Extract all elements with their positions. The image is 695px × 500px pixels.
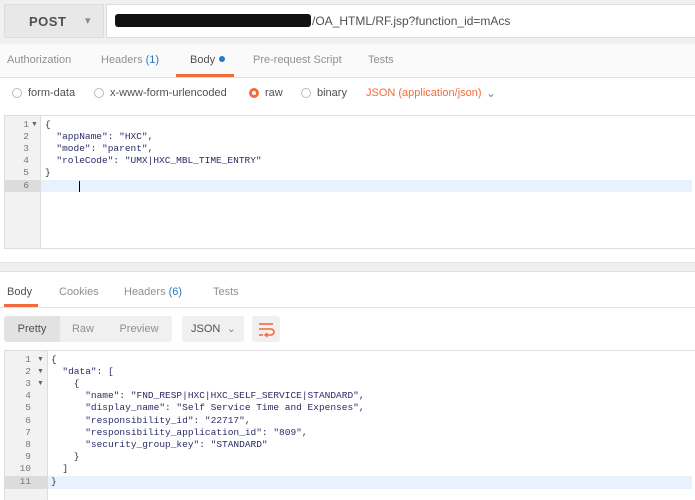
pane-divider[interactable] (0, 262, 695, 272)
request-tabs: Authorization Headers (1) Body Pre-reque… (0, 44, 695, 78)
tab-response-headers[interactable]: Headers (6) (124, 276, 182, 309)
tab-body[interactable]: Body (190, 44, 226, 77)
content-type-select[interactable]: JSON (application/json) (366, 87, 482, 99)
request-body-editor[interactable]: 1 ▼ { 2 "appName": "HXC", 3 "mode": "par… (4, 115, 695, 249)
radio-form-data[interactable]: form-data (12, 87, 75, 99)
tab-label: Pre-request Script (253, 54, 342, 66)
radio-circle-icon (12, 88, 22, 98)
line-number: 5 (25, 402, 31, 413)
tab-label: Body (7, 286, 33, 298)
active-tab-indicator (176, 74, 234, 77)
tab-label: Headers (101, 54, 143, 66)
radio-binary[interactable]: binary (301, 87, 347, 99)
code-line: "name": "FND_RESP|HXC|HXC_SELF_SERVICE|S… (51, 390, 365, 401)
tab-cookies[interactable]: Cookies (59, 276, 99, 309)
line-number: 10 (19, 463, 31, 474)
radio-selected-icon (249, 88, 259, 98)
tab-pre-request-script[interactable]: Pre-request Script (253, 44, 342, 77)
line-number: 2 (25, 366, 31, 377)
chevron-down-icon[interactable]: ⌄ (486, 86, 496, 100)
line-number: 5 (23, 167, 29, 178)
code-line: ] (51, 463, 69, 474)
method-select[interactable]: POST ▾ (4, 4, 104, 38)
code-line: "data": [ (51, 366, 114, 377)
wrap-lines-button[interactable] (252, 316, 280, 342)
tab-count: (1) (145, 54, 160, 66)
code-line: { (51, 378, 80, 389)
code-line: "display_name": "Self Service Time and E… (51, 402, 365, 413)
response-tabs: Body Cookies Headers (6) Tests (0, 274, 695, 308)
fold-arrow-icon[interactable]: ▼ (37, 368, 44, 375)
line-number: 6 (25, 415, 31, 426)
url-redaction (115, 14, 311, 27)
active-tab-indicator (4, 304, 38, 307)
code-line: { (45, 119, 51, 130)
tab-label: Authorization (7, 54, 72, 66)
fold-arrow-icon[interactable]: ▼ (37, 356, 44, 363)
chevron-down-icon: ▾ (84, 15, 91, 27)
code-line: { (51, 354, 57, 365)
view-raw-button[interactable]: Raw (60, 316, 106, 342)
tab-label: Headers (124, 286, 166, 298)
code-line: } (45, 167, 51, 178)
code-line: "security_group_key": "STANDARD" (51, 439, 268, 450)
text-cursor (79, 181, 80, 192)
line-number: 3 (25, 378, 31, 389)
format-label: JSON (191, 323, 221, 335)
code-line: "roleCode": "UMX|HXC_MBL_TIME_ENTRY" (45, 155, 262, 166)
modified-dot-icon (219, 56, 226, 62)
line-number: 1 (25, 354, 31, 365)
radio-label: binary (317, 87, 347, 99)
view-pretty-button[interactable]: Pretty (4, 316, 60, 342)
line-number: 8 (25, 439, 31, 450)
line-number: 1 (23, 119, 29, 130)
line-number: 11 (19, 476, 31, 487)
wrap-lines-icon (259, 323, 275, 338)
line-number: 6 (23, 180, 29, 191)
code-line: "responsibility_application_id": "809", (51, 427, 308, 438)
code-line: "responsibility_id": "22717", (51, 415, 251, 426)
line-number: 4 (23, 155, 29, 166)
tab-response-tests[interactable]: Tests (213, 276, 239, 309)
url-text: /OA_HTML/RF.jsp?function_id=mAcs (312, 14, 511, 28)
tab-count: (6) (168, 286, 183, 298)
radio-label: raw (265, 87, 283, 99)
format-select[interactable]: JSON ⌄ (182, 316, 244, 342)
tab-tests[interactable]: Tests (368, 44, 394, 77)
code-line: } (51, 451, 80, 462)
code-line: "appName": "HXC", (45, 131, 154, 142)
fold-arrow-icon[interactable]: ▼ (37, 380, 44, 387)
radio-raw[interactable]: raw (249, 87, 283, 99)
line-number: 4 (25, 390, 31, 401)
active-line-highlight (5, 180, 692, 192)
tab-label: Cookies (59, 286, 99, 298)
view-preview-button[interactable]: Preview (106, 316, 172, 342)
code-line: } (51, 476, 57, 487)
method-label: POST (29, 13, 67, 29)
tab-label: Body (190, 54, 216, 66)
tab-label: Tests (368, 54, 394, 66)
chevron-down-icon: ⌄ (226, 323, 236, 335)
code-line: "mode": "parent", (45, 143, 154, 154)
line-number: 2 (23, 131, 29, 142)
radio-x-www-form-urlencoded[interactable]: x-www-form-urlencoded (94, 87, 227, 99)
line-number: 7 (25, 427, 31, 438)
line-number: 3 (23, 143, 29, 154)
tab-authorization[interactable]: Authorization (7, 44, 71, 77)
radio-label: x-www-form-urlencoded (110, 87, 227, 99)
radio-label: form-data (28, 87, 76, 99)
tab-headers[interactable]: Headers (1) (101, 44, 159, 77)
line-number: 9 (25, 451, 31, 462)
radio-circle-icon (301, 88, 311, 98)
radio-circle-icon (94, 88, 104, 98)
fold-arrow-icon[interactable]: ▼ (31, 121, 38, 128)
tab-label: Tests (213, 286, 239, 298)
response-body-viewer[interactable]: 1 ▼ { 2 ▼ "data": [ 3 ▼ { 4 "name": "FND… (4, 350, 695, 500)
active-line-highlight (5, 476, 692, 489)
